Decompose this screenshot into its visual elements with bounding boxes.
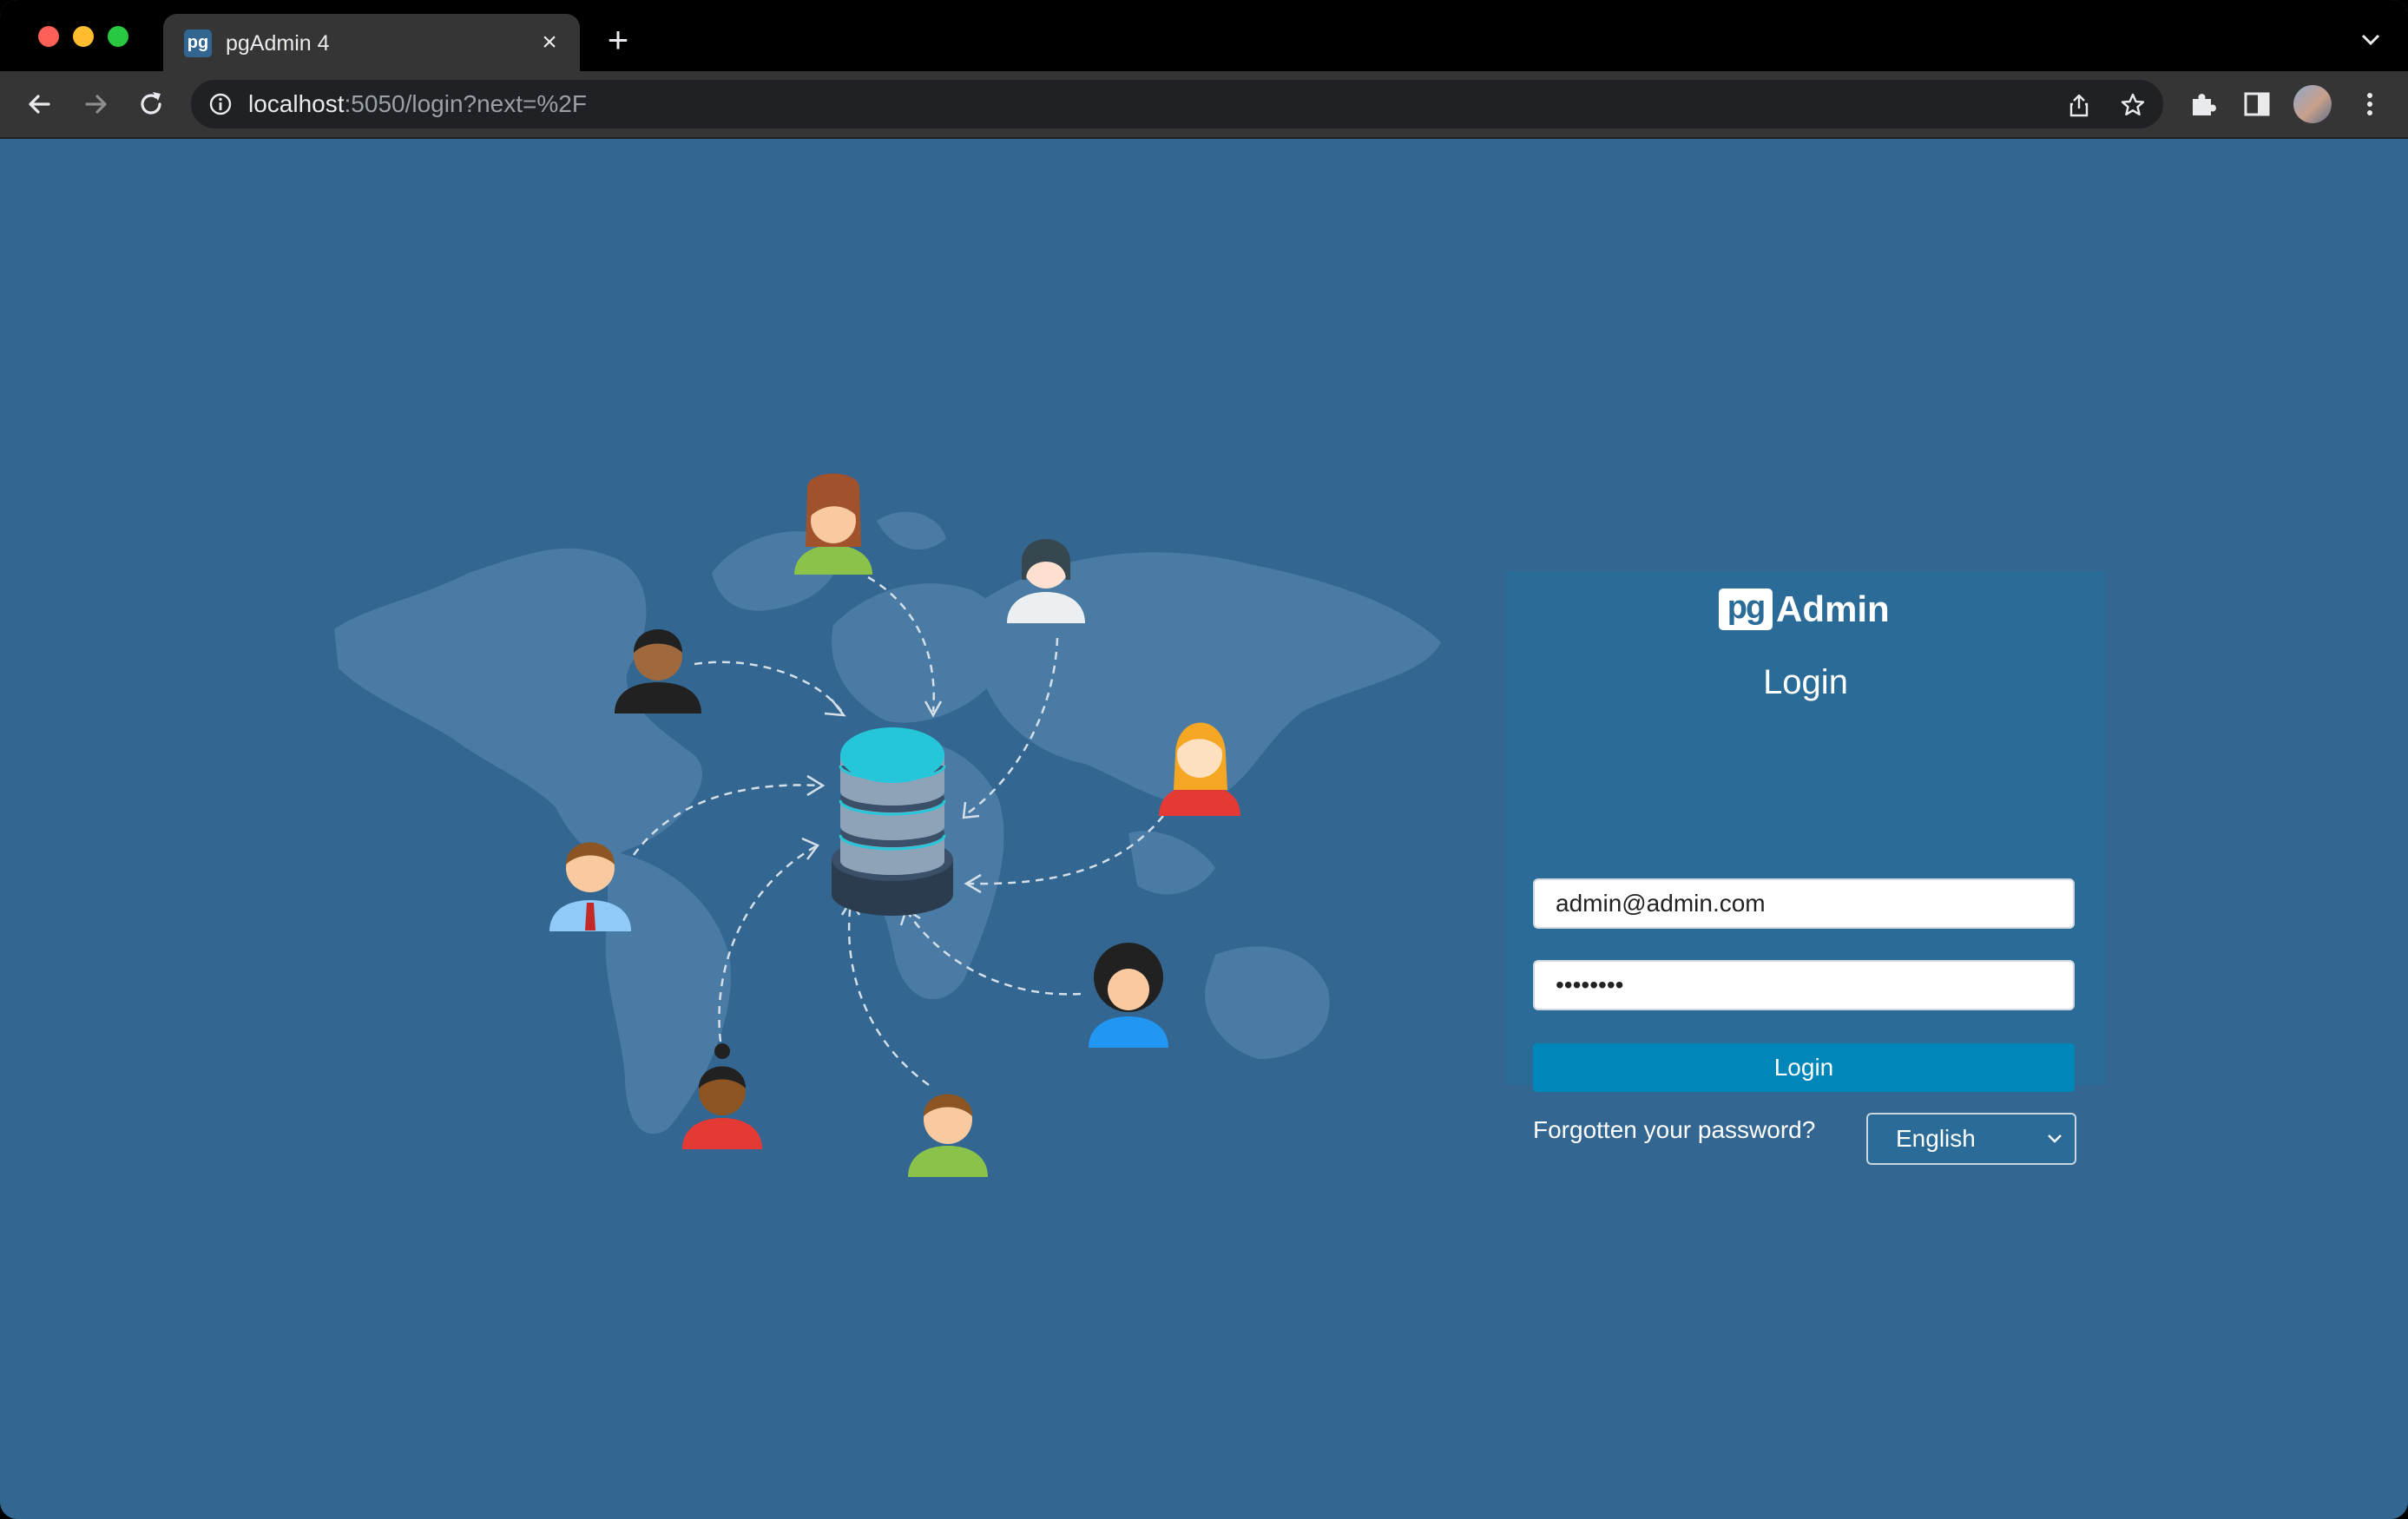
logo-pg-mark: pg xyxy=(1719,589,1773,630)
browser-tab[interactable]: pg pgAdmin 4 × xyxy=(163,14,580,71)
tab-strip: pg pgAdmin 4 × + xyxy=(0,0,2408,71)
chevron-down-icon xyxy=(2048,1134,2062,1143)
browser-window: pg pgAdmin 4 × + localhost:5050/login?ne… xyxy=(0,0,2408,1519)
database-icon xyxy=(832,727,953,916)
close-window-button[interactable] xyxy=(38,26,59,47)
reload-icon[interactable] xyxy=(134,87,168,122)
address-bar[interactable]: localhost:5050/login?next=%2F xyxy=(191,80,2163,128)
forward-arrow-icon[interactable] xyxy=(78,87,113,122)
new-tab-icon[interactable]: + xyxy=(599,22,637,61)
login-panel: pg Admin Login Login Forgotten your pass… xyxy=(1505,571,2106,1165)
url-text: localhost:5050/login?next=%2F xyxy=(248,90,587,118)
maximize-window-button[interactable] xyxy=(108,26,128,47)
forgot-password-link[interactable]: Forgotten your password? xyxy=(1533,1116,1815,1144)
puzzle-icon[interactable] xyxy=(2188,89,2219,120)
info-icon[interactable] xyxy=(208,92,233,116)
kebab-menu-icon[interactable] xyxy=(2354,89,2385,120)
url-host: localhost xyxy=(248,90,345,117)
logo-wordmark: Admin xyxy=(1776,589,1890,629)
login-button[interactable]: Login xyxy=(1533,1043,2075,1092)
star-icon[interactable] xyxy=(2120,92,2146,118)
user-avatar-icon xyxy=(794,473,872,575)
user-avatar-icon xyxy=(1089,943,1168,1048)
share-icon[interactable] xyxy=(2066,92,2092,118)
profile-avatar[interactable] xyxy=(2293,85,2332,123)
tab-close-icon[interactable]: × xyxy=(535,28,564,57)
page-content: pg Admin Login Login Forgotten your pass… xyxy=(0,139,2408,1519)
tab-title: pgAdmin 4 xyxy=(226,31,330,56)
email-field[interactable] xyxy=(1533,878,2075,929)
language-selected-value: English xyxy=(1896,1125,1976,1152)
url-path: :5050/login?next=%2F xyxy=(344,90,587,117)
password-field[interactable] xyxy=(1533,960,2075,1010)
back-arrow-icon[interactable] xyxy=(23,87,57,122)
login-title: Login xyxy=(1763,663,1848,701)
language-select[interactable]: English xyxy=(1866,1113,2076,1165)
user-avatar-icon xyxy=(908,1094,988,1177)
browser-toolbar: localhost:5050/login?next=%2F xyxy=(0,71,2408,139)
side-panel-icon[interactable] xyxy=(2241,89,2273,120)
pgadmin-favicon-icon: pg xyxy=(184,30,212,57)
minimize-window-button[interactable] xyxy=(73,26,94,47)
chevron-down-icon[interactable] xyxy=(2358,26,2384,52)
world-map-database-illustration xyxy=(334,473,1441,1177)
